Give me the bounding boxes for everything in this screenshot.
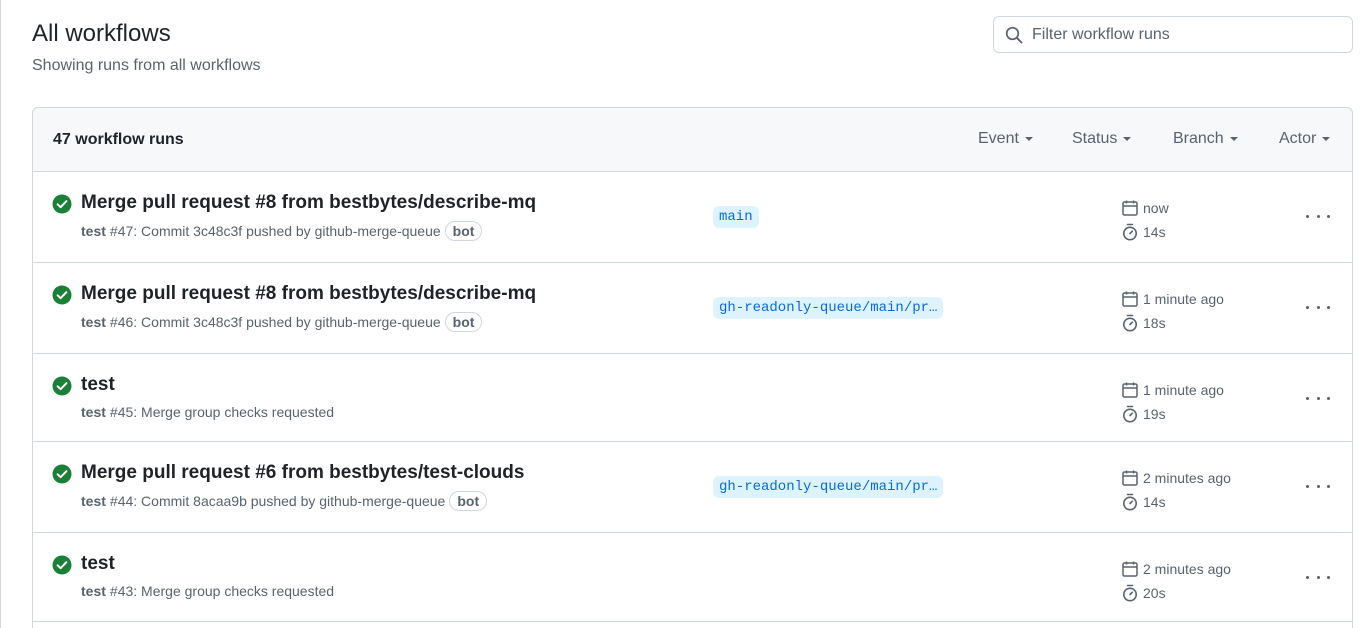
event-filter-dropdown[interactable]: Event: [978, 130, 1033, 148]
page-left-border: [0, 0, 1, 628]
branch-label[interactable]: main: [713, 206, 759, 228]
run-options-kebab-icon[interactable]: [1306, 390, 1330, 406]
success-check-icon: [52, 464, 72, 484]
chevron-down-icon: [1024, 137, 1033, 141]
page-title: All workflows: [32, 20, 171, 47]
stopwatch-icon: [1123, 314, 1137, 332]
status-filter-dropdown[interactable]: Status: [1072, 130, 1132, 148]
run-timing: 1 minute ago 18s: [1121, 287, 1224, 335]
run-options-kebab-icon[interactable]: [1306, 208, 1330, 224]
run-number: #45: [109, 404, 134, 420]
run-duration: 18s: [1143, 315, 1166, 331]
chevron-down-icon: [1229, 137, 1238, 141]
run-meta: test #44 : Commit 8acaa9b pushed by gith…: [81, 491, 488, 511]
success-check-icon: [52, 555, 72, 575]
workflow-runs-count: 47 workflow runs: [53, 131, 184, 148]
run-started-time: 2 minutes ago: [1143, 470, 1231, 486]
run-timing: 2 minutes ago 14s: [1121, 466, 1231, 514]
run-started-time: now: [1143, 200, 1169, 216]
branch-filter-label: Branch: [1173, 130, 1224, 147]
filter-workflow-runs-field[interactable]: [993, 16, 1353, 53]
bot-badge: bot: [444, 221, 483, 241]
run-started-time: 2 minutes ago: [1143, 561, 1231, 577]
run-meta: test #46 : Commit 3c48c3f pushed by gith…: [81, 312, 483, 332]
run-description: : Commit 3c48c3f pushed by github-merge-…: [133, 223, 441, 239]
search-icon: [1004, 25, 1024, 45]
run-workflow-name: test: [81, 493, 106, 509]
run-duration: 20s: [1143, 585, 1166, 601]
run-title-link[interactable]: test: [81, 374, 115, 396]
run-options-kebab-icon[interactable]: [1306, 569, 1330, 585]
filter-workflow-runs-input[interactable]: [1032, 25, 1332, 44]
run-duration: 14s: [1143, 224, 1166, 240]
run-description: : Commit 8acaa9b pushed by github-merge-…: [133, 493, 446, 509]
actor-filter-dropdown[interactable]: Actor: [1279, 130, 1331, 148]
runs-list-header: 47 workflow runs Event Status Branch Act…: [33, 108, 1352, 172]
stopwatch-icon: [1123, 493, 1137, 511]
page-subtitle: Showing runs from all workflows: [32, 57, 261, 74]
calendar-icon: [1122, 291, 1138, 307]
run-number: #47: [109, 223, 134, 239]
run-options-kebab-icon[interactable]: [1306, 299, 1330, 315]
run-timing: 1 minute ago 19s: [1121, 378, 1224, 426]
bot-badge: bot: [449, 491, 488, 511]
event-filter-label: Event: [978, 130, 1019, 147]
run-description: : Merge group checks requested: [133, 404, 335, 420]
run-started-time: 1 minute ago: [1143, 291, 1224, 307]
calendar-icon: [1122, 200, 1138, 216]
run-title-link[interactable]: Merge pull request #8 from bestbytes/des…: [81, 192, 536, 214]
run-workflow-name: test: [81, 583, 106, 599]
branch-filter-dropdown[interactable]: Branch: [1173, 130, 1238, 148]
workflow-run-row[interactable]: Merge pull request #8 from bestbytes/des…: [33, 263, 1352, 354]
run-title-link[interactable]: Merge pull request #8 from bestbytes/des…: [81, 283, 536, 305]
run-description: : Merge group checks requested: [133, 583, 335, 599]
calendar-icon: [1122, 561, 1138, 577]
run-duration: 19s: [1143, 406, 1166, 422]
run-description: : Commit 3c48c3f pushed by github-merge-…: [133, 314, 441, 330]
run-options-kebab-icon[interactable]: [1306, 478, 1330, 494]
run-duration: 14s: [1143, 494, 1166, 510]
run-number: #43: [109, 583, 134, 599]
workflow-runs-list: 47 workflow runs Event Status Branch Act…: [32, 107, 1353, 628]
run-timing: 2 minutes ago 20s: [1121, 557, 1231, 605]
success-check-icon: [52, 285, 72, 305]
run-timing: now 14s: [1121, 196, 1169, 244]
run-number: #44: [109, 493, 134, 509]
run-workflow-name: test: [81, 314, 106, 330]
run-meta: test #45 : Merge group checks requested: [81, 404, 334, 420]
calendar-icon: [1122, 470, 1138, 486]
stopwatch-icon: [1123, 584, 1137, 602]
workflow-run-row[interactable]: Merge pull request #8 from bestbytes/des…: [33, 172, 1352, 263]
actor-filter-label: Actor: [1279, 130, 1317, 147]
workflow-run-row[interactable]: test test #45 : Merge group checks reque…: [33, 354, 1352, 442]
chevron-down-icon: [1123, 137, 1132, 141]
run-title-link[interactable]: test: [81, 553, 115, 575]
bot-badge: bot: [444, 312, 483, 332]
run-started-time: 1 minute ago: [1143, 382, 1224, 398]
run-workflow-name: test: [81, 404, 106, 420]
run-meta: test #43 : Merge group checks requested: [81, 583, 334, 599]
success-check-icon: [52, 194, 72, 214]
run-title-link[interactable]: Merge pull request #6 from bestbytes/tes…: [81, 462, 524, 484]
workflow-run-row[interactable]: Merge pull request #6 from bestbytes/tes…: [33, 442, 1352, 533]
stopwatch-icon: [1123, 405, 1137, 423]
branch-label[interactable]: gh-readonly-queue/main/pr…: [713, 297, 944, 319]
calendar-icon: [1122, 382, 1138, 398]
run-meta: test #47 : Commit 3c48c3f pushed by gith…: [81, 221, 483, 241]
run-workflow-name: test: [81, 223, 106, 239]
stopwatch-icon: [1123, 223, 1137, 241]
branch-label[interactable]: gh-readonly-queue/main/pr…: [713, 476, 944, 498]
chevron-down-icon: [1322, 137, 1331, 141]
run-number: #46: [109, 314, 134, 330]
workflow-run-row[interactable]: test test #43 : Merge group checks reque…: [33, 533, 1352, 622]
status-filter-label: Status: [1072, 130, 1118, 147]
success-check-icon: [52, 376, 72, 396]
